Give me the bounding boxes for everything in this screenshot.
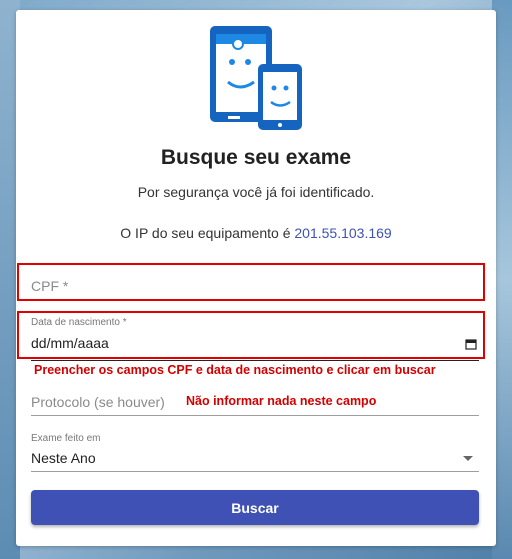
protocolo-placeholder: Protocolo (se houver) xyxy=(31,394,165,410)
birth-date-underline xyxy=(31,360,479,361)
tablet-phone-logo-icon xyxy=(210,26,302,130)
birth-date-highlight-box xyxy=(17,311,485,359)
ip-address: 201.55.103.169 xyxy=(294,225,392,241)
cpf-highlight-box xyxy=(17,263,485,301)
exame-feito-em-value: Neste Ano xyxy=(31,450,96,466)
buscar-button[interactable]: Buscar xyxy=(31,490,479,525)
search-card: Busque seu exame Por segurança você já f… xyxy=(16,10,496,546)
exame-feito-em-underline xyxy=(31,471,479,472)
fill-instruction-note: Preencher os campos CPF e data de nascim… xyxy=(34,363,436,377)
ip-prefix: O IP do seu equipamento é xyxy=(120,225,295,241)
dropdown-arrow-icon[interactable] xyxy=(463,456,473,461)
page-title: Busque seu exame xyxy=(160,146,352,169)
protocolo-instruction-note: Não informar nada neste campo xyxy=(186,394,377,408)
identified-message: Por segurança você já foi identificado. xyxy=(137,184,375,200)
exame-feito-em-label: Exame feito em xyxy=(31,433,101,444)
exame-feito-em-select[interactable]: Exame feito em Neste Ano xyxy=(31,428,479,472)
protocolo-underline xyxy=(31,415,479,416)
ip-info: O IP do seu equipamento é 201.55.103.169 xyxy=(16,225,496,241)
